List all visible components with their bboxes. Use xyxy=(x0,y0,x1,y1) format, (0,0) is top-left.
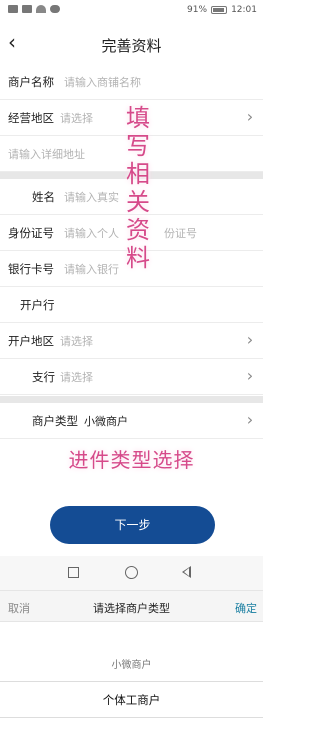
merchant-name-input[interactable]: 请输入商铺名称 xyxy=(64,74,141,90)
id-number-input[interactable]: 请输入个人 xyxy=(64,225,119,241)
branch-select[interactable]: 请选择 xyxy=(60,369,93,385)
picker-confirm-button[interactable]: 确定 xyxy=(235,600,257,616)
bank-card-label: 银行卡号 xyxy=(8,262,54,276)
merchant-name-label: 商户名称 xyxy=(8,75,54,89)
branch-row[interactable]: 支行 请选择 › xyxy=(0,359,263,395)
annotation-char: 料 xyxy=(126,244,150,272)
picker-option[interactable]: 小微商户 xyxy=(0,656,263,671)
bank-area-select[interactable]: 请选择 xyxy=(60,333,93,349)
status-icons-right: 91% 12:01 xyxy=(187,5,257,15)
bank-area-row[interactable]: 开户地区 请选择 › xyxy=(0,323,263,359)
status-bar: 91% 12:01 xyxy=(0,0,263,22)
next-step-button[interactable]: 下一步 xyxy=(50,506,215,544)
status-icons-left xyxy=(8,5,60,13)
detail-address-input[interactable]: 请输入详细地址 xyxy=(8,146,85,162)
section-divider xyxy=(0,396,263,403)
bank-area-label: 开户地区 xyxy=(8,334,54,348)
system-nav-bar xyxy=(0,556,263,590)
home-icon[interactable] xyxy=(125,566,138,579)
business-area-select[interactable]: 请选择 xyxy=(60,110,93,126)
bank-row[interactable]: 开户行 xyxy=(0,287,263,323)
recent-apps-icon[interactable] xyxy=(68,567,79,578)
sim-icon xyxy=(8,5,18,13)
id-number-label: 身份证号 xyxy=(8,226,54,240)
clock: 12:01 xyxy=(231,5,257,15)
annotation-char: 写 xyxy=(126,132,150,160)
picker-option-selected[interactable]: 个体工商户 xyxy=(0,692,263,708)
annotation-horizontal: 进件类型选择 xyxy=(68,448,195,472)
bank-label: 开户行 xyxy=(20,298,55,312)
picker-toolbar: 取消 请选择商户类型 确定 xyxy=(0,590,263,622)
message-icon xyxy=(50,5,60,13)
chevron-right-icon: › xyxy=(246,366,254,385)
annotation-vertical: 填 写 相 关 资 料 xyxy=(118,104,158,272)
merchant-name-row[interactable]: 商户名称 请输入商铺名称 xyxy=(0,64,263,100)
chevron-right-icon: › xyxy=(246,330,254,349)
selection-line-bottom xyxy=(0,717,263,718)
annotation-char: 相 xyxy=(126,160,150,188)
merchant-type-value[interactable]: 小微商户 xyxy=(84,413,128,429)
branch-label: 支行 xyxy=(32,370,55,384)
annotation-char: 填 xyxy=(126,104,150,132)
annotation-char: 关 xyxy=(126,188,150,216)
merchant-type-label: 商户类型 xyxy=(32,414,78,428)
wifi-icon xyxy=(36,5,46,13)
chevron-right-icon: › xyxy=(246,107,254,126)
battery-percent: 91% xyxy=(187,5,208,15)
battery-icon xyxy=(211,6,228,14)
picker-title: 请选择商户类型 xyxy=(93,602,170,615)
name-input[interactable]: 请输入真实 xyxy=(64,189,119,205)
chevron-right-icon: › xyxy=(246,410,254,429)
selection-line-top xyxy=(0,681,263,682)
business-area-label: 经营地区 xyxy=(8,111,54,125)
system-back-icon[interactable] xyxy=(182,566,191,578)
page-title: 完善资料 xyxy=(101,37,162,55)
id-number-input-tail: 份证号 xyxy=(164,227,197,240)
annotation-char: 资 xyxy=(126,216,150,244)
signal-icon xyxy=(22,5,32,13)
picker-wheel[interactable]: 小微商户 个体工商户 xyxy=(0,622,263,732)
bank-card-input[interactable]: 请输入银行 xyxy=(64,261,119,277)
merchant-type-row[interactable]: 商户类型 小微商户 › xyxy=(0,403,263,439)
nav-bar: ‹ 完善资料 xyxy=(0,22,263,64)
name-label: 姓名 xyxy=(32,190,55,204)
